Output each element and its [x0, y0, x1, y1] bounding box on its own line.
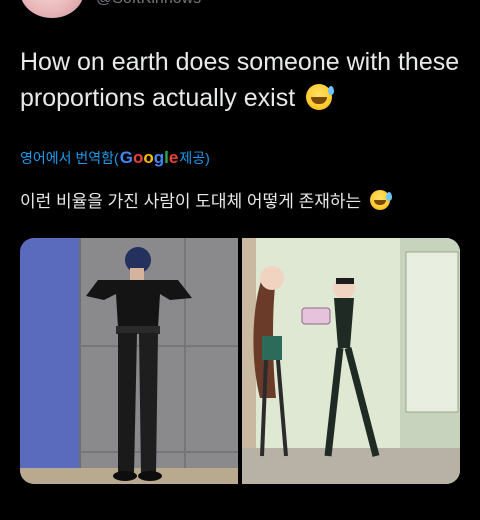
translation-notice[interactable]: 영어에서 번역함( Google 제공) — [20, 148, 210, 168]
avatar[interactable] — [20, 0, 84, 18]
sweat-smile-emoji-icon — [306, 84, 335, 110]
translation-prefix: 영어에서 번역함( — [20, 150, 119, 166]
tweet-text: How on earth does someone with these pro… — [20, 44, 460, 116]
anime-illustration — [242, 238, 460, 484]
translated-body: 이런 비율을 가진 사람이 도대체 어떻게 존재하는 — [20, 192, 362, 211]
photo-person-posing[interactable] — [20, 238, 238, 484]
media-grid — [20, 238, 460, 484]
user-handle[interactable]: @SoftKinnows — [96, 0, 201, 8]
translation-suffix: 제공) — [179, 150, 210, 166]
tweet-body: How on earth does someone with these pro… — [20, 48, 460, 112]
sweat-smile-emoji-icon — [369, 190, 392, 210]
translated-text: 이런 비율을 가진 사람이 도대체 어떻게 존재하는 — [20, 187, 392, 212]
anime-screenshot[interactable] — [242, 238, 460, 484]
person-illustration — [20, 238, 238, 484]
google-logo: Google — [119, 148, 179, 167]
